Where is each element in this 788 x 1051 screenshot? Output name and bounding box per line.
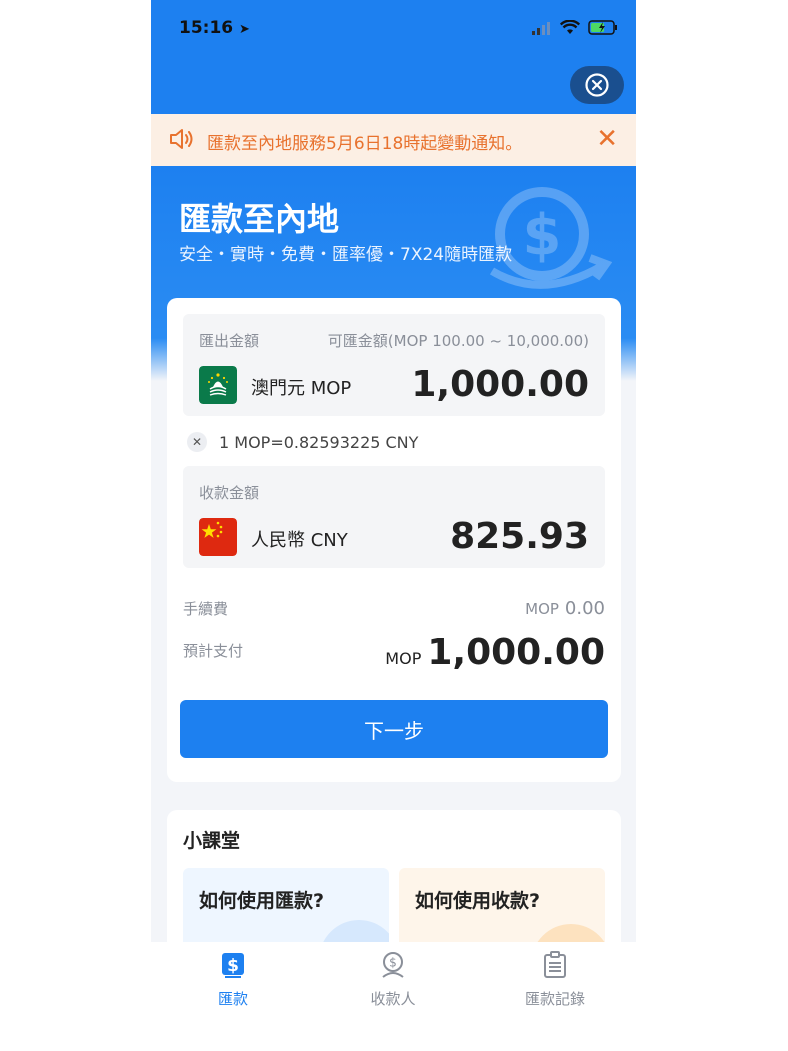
- phone-screen: 15:16 ➤ 匯款至內地服務5月6日18時起變動通知。 ✕ 匯款至內地 安全・…: [151, 0, 636, 1051]
- china-flag-icon: [199, 518, 237, 556]
- next-button[interactable]: 下一步: [180, 700, 608, 758]
- dollar-arrow-icon: $: [489, 187, 612, 289]
- lessons-title: 小課堂: [183, 830, 241, 852]
- tab-label: 匯款記錄: [524, 990, 585, 1008]
- tab-bar: $ 匯款 $ 收款人 匯款記錄: [151, 942, 636, 1051]
- available-range: 可匯金額(MOP 100.00 ~ 10,000.00): [327, 332, 589, 350]
- exchange-rate-text: 1 MOP=0.82593225 CNY: [219, 432, 419, 452]
- send-currency: 澳門元 MOP: [251, 378, 352, 399]
- payee-icon: $: [382, 952, 404, 978]
- receive-label: 收款金額: [199, 484, 260, 502]
- dollar-doc-icon: $: [222, 953, 244, 978]
- exchange-rate-row: ✕ 1 MOP=0.82593225 CNY: [187, 422, 418, 462]
- fee-value: MOP 0.00: [525, 598, 605, 619]
- clipboard-icon: [544, 951, 566, 978]
- svg-text:$: $: [523, 203, 562, 268]
- tab-history[interactable]: 匯款記錄: [495, 950, 615, 1009]
- close-button[interactable]: [570, 66, 624, 104]
- macau-flag-icon: [199, 366, 237, 404]
- notice-banner[interactable]: 匯款至內地服務5月6日18時起變動通知。 ✕: [151, 114, 636, 166]
- wifi-icon: [560, 20, 580, 34]
- fee-amount: 0.00: [564, 598, 605, 619]
- svg-text:$: $: [227, 956, 239, 976]
- fee-currency: MOP: [525, 600, 559, 618]
- signal-icon: [532, 21, 550, 35]
- close-circle-icon: [585, 73, 609, 97]
- receive-currency: 人民幣 CNY: [251, 530, 348, 551]
- status-icons: [532, 20, 618, 35]
- send-amount-input[interactable]: 1,000.00: [411, 364, 589, 405]
- tab-label: 匯款: [217, 990, 248, 1008]
- receive-amount-box[interactable]: 收款金額 人民幣 CNY 825.93: [183, 466, 605, 568]
- lesson-card-label: 如何使用匯款?: [199, 890, 325, 912]
- send-amount-box[interactable]: 匯出金額 可匯金額(MOP 100.00 ~ 10,000.00) 澳門元 MO…: [183, 314, 605, 416]
- fee-label: 手續費: [183, 600, 229, 618]
- tab-remit[interactable]: $ 匯款: [173, 950, 293, 1009]
- page-title: 匯款至內地: [179, 200, 340, 238]
- notice-text: 匯款至內地服務5月6日18時起變動通知。: [207, 134, 523, 154]
- notice-close-icon[interactable]: ✕: [596, 124, 618, 154]
- multiply-icon: ✕: [187, 432, 207, 452]
- total-label: 預計支付: [183, 642, 244, 660]
- lesson-card-label: 如何使用收款?: [415, 890, 541, 912]
- remit-card: 匯出金額 可匯金額(MOP 100.00 ~ 10,000.00) 澳門元 MO…: [167, 298, 621, 782]
- total-amount: 1,000.00: [427, 632, 605, 673]
- lessons-section: 小課堂 如何使用匯款? 如何使用收款?: [167, 810, 621, 960]
- send-label: 匯出金額: [199, 332, 260, 350]
- receive-amount-value: 825.93: [450, 516, 589, 557]
- page-subtitle: 安全・實時・免費・匯率優・7X24隨時匯款: [179, 245, 513, 265]
- top-bar: 15:16 ➤: [151, 0, 636, 114]
- total-value: MOP 1,000.00: [385, 632, 605, 673]
- status-time: 15:16 ➤: [179, 18, 250, 38]
- svg-text:$: $: [389, 956, 397, 970]
- tab-payees[interactable]: $ 收款人: [333, 950, 453, 1009]
- location-arrow-icon: ➤: [239, 22, 250, 37]
- speaker-icon: [170, 129, 193, 149]
- battery-icon: [588, 20, 617, 35]
- tab-label: 收款人: [370, 990, 416, 1008]
- total-currency: MOP: [385, 649, 422, 668]
